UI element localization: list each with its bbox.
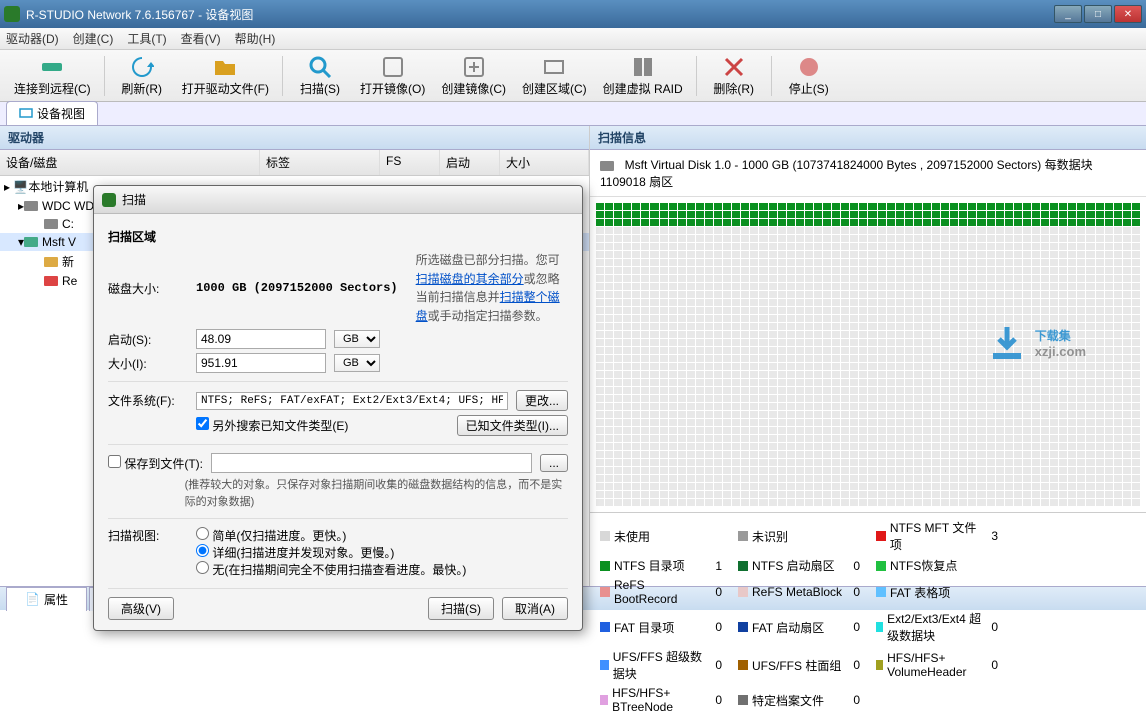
view-detail[interactable]: 详细(扫描进度并发现对象。更慢。): [196, 546, 394, 560]
connect-icon: [40, 55, 64, 78]
monitor-icon: [19, 107, 33, 121]
stop-icon: [797, 55, 821, 78]
dialog-title: 扫描: [122, 191, 146, 208]
maximize-button[interactable]: □: [1084, 5, 1112, 23]
tb-delete[interactable]: 删除(R): [704, 53, 764, 99]
disk-icon: [24, 201, 38, 211]
tb-create-image[interactable]: 创建镜像(C): [435, 53, 512, 99]
save-note: (推荐较大的对象。只保存对象扫描期间收集的磁盘数据结构的信息，而不是实际的对象数…: [185, 477, 568, 510]
col-fs[interactable]: FS: [380, 150, 440, 175]
scan-button[interactable]: 扫描(S): [428, 597, 494, 620]
drives-pane-header: 驱动器: [0, 126, 589, 150]
window-title: R-STUDIO Network 7.6.156767 - 设备视图: [26, 6, 253, 23]
dialog-icon: [102, 193, 116, 207]
start-unit[interactable]: GB: [334, 330, 380, 348]
volume-icon: [44, 219, 58, 229]
btab-props[interactable]: 📄 属性: [6, 587, 87, 611]
menu-help[interactable]: 帮助(H): [235, 30, 276, 47]
block-map[interactable]: 下载集xzji.com: [590, 197, 1146, 512]
scan-area-label: 扫描区域: [108, 228, 568, 245]
tb-create-region[interactable]: 创建区域(C): [516, 53, 593, 99]
tb-scan[interactable]: 扫描(S): [290, 53, 350, 99]
close-button[interactable]: ✕: [1114, 5, 1142, 23]
change-fs-button[interactable]: 更改...: [516, 390, 568, 411]
tb-connect[interactable]: 连接到远程(C): [8, 53, 97, 99]
col-label[interactable]: 标签: [260, 150, 380, 175]
scan-info-header: 扫描信息: [590, 126, 1146, 150]
scan-summary: Msft Virtual Disk 1.0 - 1000 GB (1073741…: [590, 150, 1146, 197]
menu-drive[interactable]: 驱动器(D): [6, 30, 59, 47]
scan-icon: [308, 55, 332, 78]
start-label: 启动(S):: [108, 331, 188, 348]
known-types-button[interactable]: 已知文件类型(I)...: [457, 415, 568, 436]
cancel-button[interactable]: 取消(A): [502, 597, 568, 620]
menu-tools[interactable]: 工具(T): [127, 30, 166, 47]
save-to-file-checkbox[interactable]: 保存到文件(T):: [108, 455, 203, 472]
menu-view[interactable]: 查看(V): [181, 30, 221, 47]
app-icon: [4, 6, 20, 22]
open-image-icon: [381, 55, 405, 78]
drives-columns: 设备/磁盘 标签 FS 启动 大小: [0, 150, 589, 176]
link-remaining[interactable]: 扫描磁盘的其余部分: [416, 272, 524, 286]
disk-icon: [600, 161, 614, 171]
browse-button[interactable]: ...: [540, 454, 568, 472]
size-input[interactable]: [196, 353, 326, 373]
save-path-input: [211, 453, 532, 473]
tb-create-raid[interactable]: 创建虚拟 RAID: [597, 53, 689, 99]
volume-icon: [44, 276, 58, 286]
download-icon: [987, 323, 1027, 363]
col-start[interactable]: 启动: [440, 150, 500, 175]
fs-label: 文件系统(F):: [108, 392, 188, 409]
toolbar: 连接到远程(C) 刷新(R) 打开驱动文件(F) 扫描(S) 打开镜像(O) 创…: [0, 50, 1146, 102]
fs-input[interactable]: [196, 392, 508, 410]
vdisk-icon: [24, 237, 38, 247]
col-size[interactable]: 大小: [500, 150, 589, 175]
disk-size-value: 1000 GB (2097152000 Sectors): [196, 281, 398, 295]
window-titlebar: R-STUDIO Network 7.6.156767 - 设备视图 _ □ ✕: [0, 0, 1146, 28]
menubar: 驱动器(D) 创建(C) 工具(T) 查看(V) 帮助(H): [0, 28, 1146, 50]
col-device[interactable]: 设备/磁盘: [0, 150, 260, 175]
scan-note: 所选磁盘已部分扫描。您可扫描磁盘的其余部分或忽略当前扫描信息并扫描整个磁盘或手动…: [416, 251, 568, 325]
create-image-icon: [462, 55, 486, 78]
advanced-button[interactable]: 高级(V): [108, 597, 174, 620]
minimize-button[interactable]: _: [1054, 5, 1082, 23]
start-input[interactable]: [196, 329, 326, 349]
delete-icon: [722, 55, 746, 78]
block-legend: 未使用未识别NTFS MFT 文件项3NTFS 目录项1NTFS 启动扇区0NT…: [590, 512, 1146, 720]
tb-open-drive[interactable]: 打开驱动文件(F): [176, 53, 275, 99]
tb-stop[interactable]: 停止(S): [779, 53, 839, 99]
dialog-titlebar[interactable]: 扫描: [94, 186, 582, 214]
scan-dialog: 扫描 扫描区域 磁盘大小: 1000 GB (2097152000 Sector…: [93, 185, 583, 631]
watermark: 下载集xzji.com: [987, 323, 1086, 363]
disk-size-label: 磁盘大小:: [108, 280, 188, 297]
size-label: 大小(I):: [108, 355, 188, 372]
menu-create[interactable]: 创建(C): [73, 30, 114, 47]
folder-icon: [213, 55, 237, 78]
scan-view-label: 扫描视图:: [108, 527, 188, 544]
refresh-icon: [130, 55, 154, 78]
volume-icon: [44, 257, 58, 267]
raid-icon: [631, 55, 655, 78]
size-unit[interactable]: GB: [334, 354, 380, 372]
tb-open-image[interactable]: 打开镜像(O): [354, 53, 431, 99]
region-icon: [542, 55, 566, 78]
view-tabbar: 设备视图: [0, 102, 1146, 126]
extra-search-checkbox[interactable]: 另外搜索已知文件类型(E): [196, 417, 348, 434]
tab-device-view[interactable]: 设备视图: [6, 101, 98, 125]
tb-refresh[interactable]: 刷新(R): [112, 53, 172, 99]
view-none[interactable]: 无(在扫描期间完全不使用扫描查看进度。最快。): [196, 563, 466, 577]
view-simple[interactable]: 简单(仅扫描进度。更快。): [196, 529, 346, 543]
